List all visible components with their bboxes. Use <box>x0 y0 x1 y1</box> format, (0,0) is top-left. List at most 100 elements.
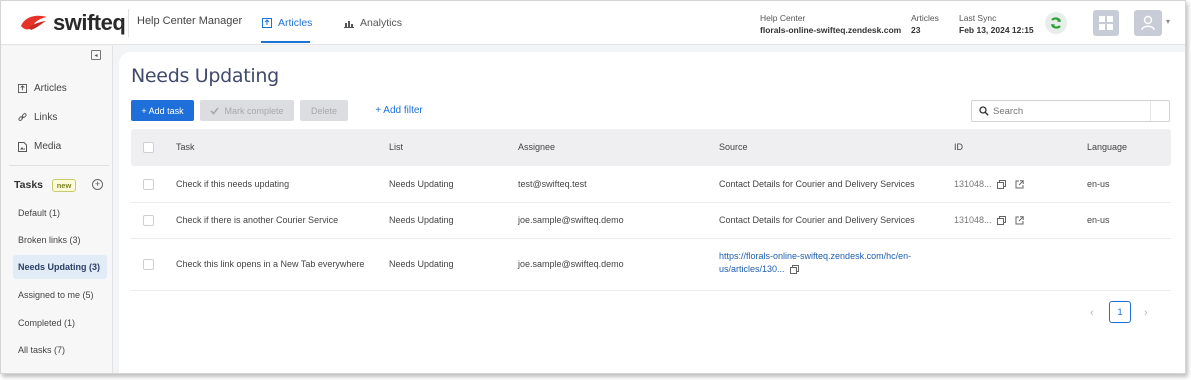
sidebar-item-links[interactable]: Links <box>18 112 57 123</box>
app-window: swifteq Help Center Manager Articles Ana… <box>0 0 1186 374</box>
column-header-source[interactable]: Source <box>719 142 748 152</box>
task-list-assigned-to-me[interactable]: Assigned to me (5) <box>13 283 107 307</box>
task-list-label: Completed (1) <box>18 318 76 328</box>
delete-button[interactable]: Delete <box>300 100 348 121</box>
id-cell: 131048... <box>954 215 1024 226</box>
last-sync-label: Last Sync <box>959 13 997 23</box>
media-icon <box>18 141 27 152</box>
row-divider <box>131 290 1171 291</box>
source-link-line2: us/articles/130... <box>719 263 911 276</box>
column-header-task[interactable]: Task <box>176 142 195 152</box>
copy-icon[interactable] <box>997 216 1007 226</box>
user-avatar-button[interactable] <box>1134 10 1162 36</box>
task-list-needs-updating[interactable]: Needs Updating (3) <box>13 255 107 279</box>
articles-count-info: Articles 23 <box>911 12 939 36</box>
row-checkbox[interactable] <box>143 215 154 226</box>
task-cell[interactable]: Check if there is another Courier Servic… <box>176 215 338 225</box>
tasks-heading: Tasks <box>14 179 43 191</box>
assignee-cell: test@swifteq.test <box>518 179 587 189</box>
bar-chart-icon <box>344 21 354 28</box>
column-header-list[interactable]: List <box>389 142 403 152</box>
source-cell[interactable]: Contact Details for Courier and Delivery… <box>719 179 915 189</box>
articles-count-label: Articles <box>911 13 939 23</box>
table-row[interactable]: Check if this needs updating Needs Updat… <box>131 166 1171 202</box>
apps-grid-button[interactable] <box>1093 10 1119 36</box>
articles-icon <box>262 18 272 28</box>
sidebar-item-media[interactable]: Media <box>18 141 61 152</box>
tab-articles-label: Articles <box>278 17 313 29</box>
column-header-language[interactable]: Language <box>1087 142 1127 152</box>
id-cell: 131048... <box>954 179 1024 190</box>
add-filter-button[interactable]: + Add filter <box>375 100 423 121</box>
task-list-label: Broken links (3) <box>18 235 81 245</box>
swifteq-logo-icon <box>21 15 47 30</box>
main-content: Needs Updating + Add task Mark complete … <box>119 52 1185 373</box>
sidebar-divider <box>9 165 109 166</box>
active-tab-indicator <box>261 41 310 43</box>
link-icon <box>18 113 27 121</box>
id-value: 131048... <box>954 179 992 189</box>
task-list-default[interactable]: Default (1) <box>13 201 107 225</box>
pagination-prev[interactable]: ‹ <box>1090 307 1094 319</box>
top-bar: swifteq Help Center Manager Articles Ana… <box>1 1 1185 45</box>
mark-complete-label: Mark complete <box>224 105 284 116</box>
collapse-sidebar-icon[interactable]: ◂ <box>91 50 101 60</box>
source-cell[interactable]: Contact Details for Courier and Delivery… <box>719 215 915 225</box>
select-all-checkbox[interactable] <box>143 142 154 153</box>
search-icon <box>979 106 989 116</box>
tab-articles[interactable]: Articles <box>262 17 312 29</box>
list-cell: Needs Updating <box>389 179 454 189</box>
pagination-next[interactable]: › <box>1144 307 1148 319</box>
articles-count-value: 23 <box>911 25 921 35</box>
table-row[interactable]: Check if there is another Courier Servic… <box>131 202 1171 238</box>
list-cell: Needs Updating <box>389 215 454 225</box>
source-link-line1: https://florals-online-swifteq.zendesk.c… <box>719 251 912 261</box>
add-task-button[interactable]: + Add task <box>131 100 194 121</box>
sidebar-item-label: Media <box>34 141 62 152</box>
source-link[interactable]: https://florals-online-swifteq.zendesk.c… <box>719 250 911 276</box>
language-cell: en-us <box>1087 215 1110 225</box>
add-task-list-icon[interactable]: + <box>92 179 103 190</box>
row-checkbox[interactable] <box>143 259 154 270</box>
task-cell[interactable]: Check if this needs updating <box>176 179 289 189</box>
sidebar: ◂ Articles Links Media Tasks new + Defau… <box>1 46 113 373</box>
sidebar-item-articles[interactable]: Articles <box>18 83 67 94</box>
search-input[interactable] <box>993 105 1153 117</box>
language-cell: en-us <box>1087 179 1110 189</box>
assignee-cell: joe.sample@swifteq.demo <box>518 259 624 269</box>
column-header-assignee[interactable]: Assignee <box>518 142 555 152</box>
check-icon <box>210 106 220 115</box>
row-checkbox[interactable] <box>143 179 154 190</box>
new-badge: new <box>52 179 76 192</box>
last-sync-value: Feb 13, 2024 12:15 <box>959 25 1034 35</box>
sidebar-item-label: Articles <box>34 83 67 94</box>
copy-icon[interactable] <box>997 180 1007 190</box>
sync-button[interactable] <box>1045 12 1067 34</box>
id-value: 131048... <box>954 215 992 225</box>
task-list-broken-links[interactable]: Broken links (3) <box>13 228 107 252</box>
chevron-down-icon[interactable]: ▾ <box>1166 17 1170 26</box>
help-center-info: Help Center florals-online-swifteq.zende… <box>760 12 901 36</box>
app-title: Help Center Manager <box>137 15 243 27</box>
swifteq-logo[interactable]: swifteq <box>19 10 126 36</box>
tab-analytics[interactable]: Analytics <box>344 17 402 29</box>
search-box <box>971 100 1170 122</box>
search-divider <box>1150 101 1151 121</box>
task-list-all-tasks[interactable]: All tasks (7) <box>13 338 107 362</box>
help-center-value[interactable]: florals-online-swifteq.zendesk.com <box>760 24 901 36</box>
task-cell[interactable]: Check this link opens in a New Tab every… <box>176 259 364 269</box>
assignee-cell: joe.sample@swifteq.demo <box>518 215 624 225</box>
logo-text: swifteq <box>53 10 126 35</box>
pagination-current-page[interactable]: 1 <box>1109 301 1131 323</box>
table-row[interactable]: Check this link opens in a New Tab every… <box>131 238 1171 290</box>
sync-icon <box>1051 17 1061 29</box>
column-header-id[interactable]: ID <box>954 142 963 152</box>
page-title: Needs Updating <box>131 65 279 87</box>
external-link-icon[interactable] <box>1015 180 1024 189</box>
task-list-completed[interactable]: Completed (1) <box>13 311 107 335</box>
table-header: Task List Assignee Source ID Language <box>131 129 1171 166</box>
copy-icon[interactable] <box>790 265 800 275</box>
last-sync-info: Last Sync Feb 13, 2024 12:15 <box>959 12 1034 36</box>
external-link-icon[interactable] <box>1015 216 1024 225</box>
mark-complete-button[interactable]: Mark complete <box>200 100 294 121</box>
